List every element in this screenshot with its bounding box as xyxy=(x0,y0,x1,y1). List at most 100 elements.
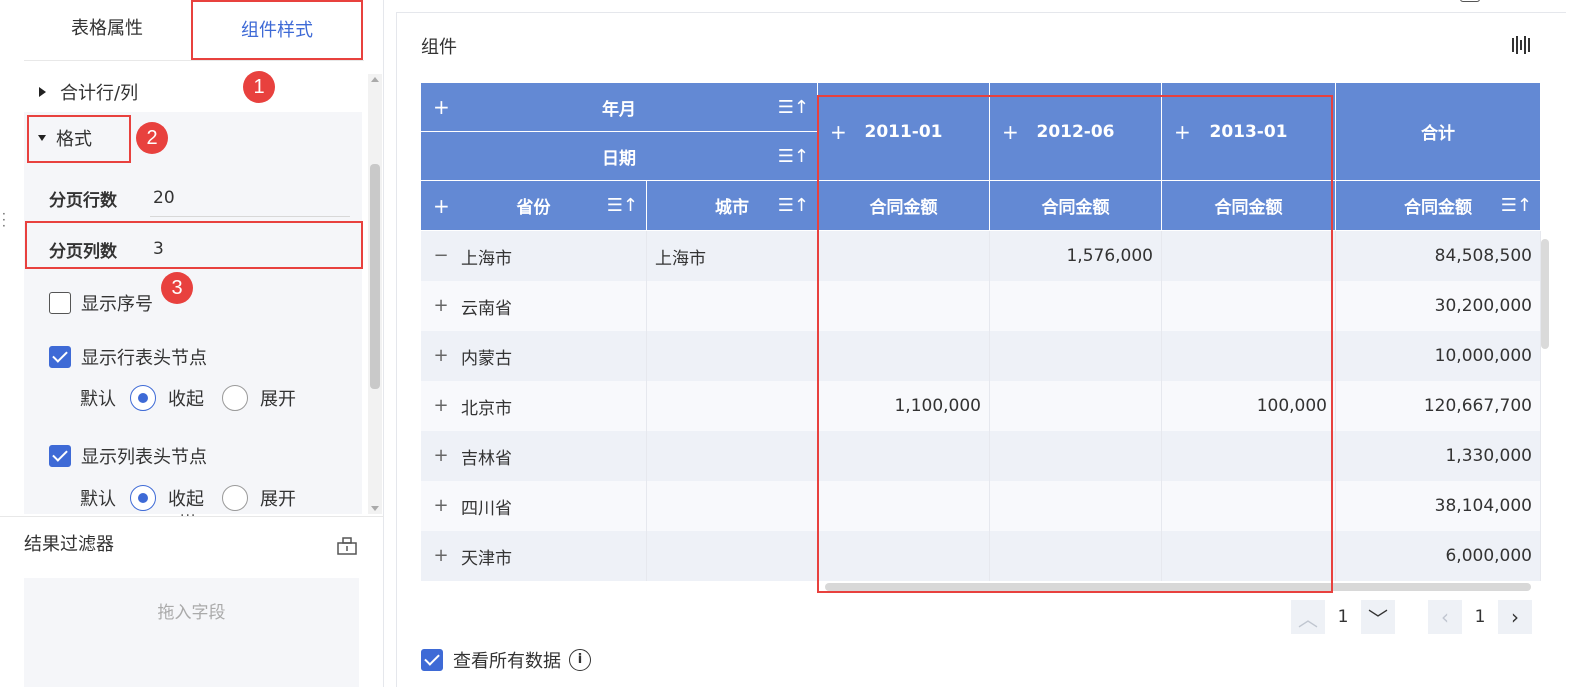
cell-province: + 吉林省 xyxy=(421,431,647,481)
collapse-minus-icon[interactable]: − xyxy=(433,247,449,265)
cell-city xyxy=(647,281,818,331)
expand-plus-icon[interactable]: + xyxy=(433,497,449,515)
vertical-scrollbar[interactable] xyxy=(1541,239,1549,349)
page-down-icon[interactable]: ﹀ xyxy=(1361,600,1395,634)
cell-province-text: 上海市 xyxy=(461,248,512,269)
cell-province: + 四川省 xyxy=(421,481,647,531)
row-pager: ︿ 1 ﹀ xyxy=(1291,600,1395,634)
show-row-header-option[interactable]: 显示行表头节点 xyxy=(49,341,207,373)
col-expand-radio[interactable] xyxy=(222,485,248,511)
info-icon[interactable]: i xyxy=(569,649,591,671)
view-all-data-option[interactable]: 查看所有数据 i xyxy=(421,647,591,673)
expand-label: 展开 xyxy=(260,489,296,510)
barcode-icon[interactable] xyxy=(1511,35,1533,55)
col-collapse-radio[interactable] xyxy=(130,485,156,511)
show-col-header-checkbox[interactable] xyxy=(49,445,71,467)
settings-scrollbar[interactable] xyxy=(368,74,382,514)
header-measure-total[interactable]: 合同金额 ☰↑ xyxy=(1336,181,1541,231)
cell-city xyxy=(647,481,818,531)
header-city[interactable]: 城市 ☰↑ xyxy=(647,181,818,231)
caret-right-icon xyxy=(39,87,46,97)
caret-down-icon xyxy=(38,135,46,141)
show-row-header-checkbox[interactable] xyxy=(49,346,71,368)
tab-table-properties[interactable]: 表格属性 xyxy=(22,0,192,60)
row-header-default-radio-group: 默认 收起 展开 xyxy=(80,382,314,414)
col-page-number: 1 xyxy=(1474,607,1486,627)
cell-value-total-text: 1,330,000 xyxy=(1445,446,1532,466)
step-badge-3: 3 xyxy=(161,272,193,304)
cell-province-text: 天津市 xyxy=(461,548,512,569)
expand-plus-icon[interactable]: + xyxy=(433,447,449,465)
header-date[interactable]: 日期 ☰↑ xyxy=(421,132,818,181)
scroll-down-icon[interactable] xyxy=(371,506,379,511)
page-up-icon[interactable]: ︿ xyxy=(1291,600,1325,634)
page-right-icon[interactable]: › xyxy=(1498,600,1532,634)
expand-plus-icon[interactable]: + xyxy=(433,95,450,119)
page-left-icon[interactable]: ‹ xyxy=(1428,600,1462,634)
header-total: 合计 xyxy=(1336,83,1541,181)
cell-city xyxy=(647,431,818,481)
expand-plus-icon[interactable]: + xyxy=(433,397,449,415)
rows-per-page-row: 分页行数 xyxy=(24,174,362,222)
cell-province-text: 北京市 xyxy=(461,398,512,419)
sort-icon[interactable]: ☰↑ xyxy=(1501,195,1532,216)
cell-city: 上海市 xyxy=(647,231,818,281)
cell-province-text: 吉林省 xyxy=(461,448,512,469)
cell-province-text: 内蒙古 xyxy=(461,348,512,369)
header-year-month[interactable]: + 年月 ☰↑ xyxy=(421,83,818,132)
cell-province: + 内蒙古 xyxy=(421,331,647,381)
header-province[interactable]: + 省份 ☰↑ xyxy=(421,181,647,231)
col-header-default-radio-group: 默认 收起 展开 xyxy=(80,482,314,514)
scrollbar-thumb[interactable] xyxy=(370,164,380,389)
result-filter-title: 结果过滤器 xyxy=(24,534,114,555)
cell-value-total-text: 30,200,000 xyxy=(1434,296,1532,316)
step-badge-1: 1 xyxy=(243,71,275,103)
collapse-label: 收起 xyxy=(168,389,204,410)
scroll-up-icon[interactable] xyxy=(371,77,379,82)
cell-province: − 上海市 xyxy=(421,231,647,281)
window-icon[interactable] xyxy=(1460,0,1480,2)
tab-bar: 表格属性 组件样式 xyxy=(0,0,384,60)
expand-plus-icon[interactable]: + xyxy=(433,194,450,218)
cell-province: + 云南省 xyxy=(421,281,647,331)
cell-value-total: 30,200,000 xyxy=(1336,281,1541,331)
cols-per-page-row: 分页列数 xyxy=(24,225,362,273)
widget-title: 组件 xyxy=(421,37,457,58)
sort-icon[interactable]: ☰↑ xyxy=(778,146,809,167)
rows-per-page-input[interactable] xyxy=(150,179,350,217)
section-format[interactable]: 格式 xyxy=(24,118,362,158)
cell-value-total: 84,508,500 xyxy=(1336,231,1541,281)
expand-label: 展开 xyxy=(260,389,296,410)
show-col-header-label: 显示列表头节点 xyxy=(81,447,207,468)
cell-province: + 天津市 xyxy=(421,531,647,581)
show-index-option[interactable]: 显示序号 xyxy=(49,287,153,319)
show-col-header-option[interactable]: 显示列表头节点 xyxy=(49,440,207,472)
cols-per-page-input[interactable] xyxy=(150,230,350,268)
cell-province: + 北京市 xyxy=(421,381,647,431)
sort-icon[interactable]: ☰↑ xyxy=(778,195,809,216)
row-expand-radio[interactable] xyxy=(222,385,248,411)
cell-value-total: 1,330,000 xyxy=(1336,431,1541,481)
filter-drop-zone[interactable]: 拖入字段 xyxy=(24,578,359,687)
tab-component-style[interactable]: 组件样式 xyxy=(191,0,363,60)
expand-plus-icon[interactable]: + xyxy=(433,347,449,365)
sort-icon[interactable]: ☰↑ xyxy=(778,97,809,118)
view-all-checkbox[interactable] xyxy=(421,649,443,671)
expand-plus-icon[interactable]: + xyxy=(433,297,449,315)
col-pager: ‹ 1 › xyxy=(1428,600,1532,634)
show-index-label: 显示序号 xyxy=(81,294,153,315)
filter-settings-icon[interactable] xyxy=(336,536,358,556)
sort-icon[interactable]: ☰↑ xyxy=(607,195,638,216)
expand-plus-icon[interactable]: + xyxy=(433,547,449,565)
section-total-row-col[interactable]: 合计行/列 xyxy=(24,72,362,112)
cell-value-total-text: 10,000,000 xyxy=(1434,346,1532,366)
left-panel: 表格属性 组件样式 合计行/列 格式 分页行数 分页列数 显示序号 显示行表头节… xyxy=(0,0,384,687)
show-index-checkbox[interactable] xyxy=(49,292,71,314)
resize-handle-icon[interactable]: · · · xyxy=(2,208,8,232)
row-collapse-radio[interactable] xyxy=(130,385,156,411)
tab-divider xyxy=(24,60,364,61)
cell-value-total: 6,000,000 xyxy=(1336,531,1541,581)
view-all-label: 查看所有数据 xyxy=(453,651,561,672)
cell-value-total-text: 6,000,000 xyxy=(1445,546,1532,566)
drop-field-placeholder: 拖入字段 xyxy=(157,603,226,623)
